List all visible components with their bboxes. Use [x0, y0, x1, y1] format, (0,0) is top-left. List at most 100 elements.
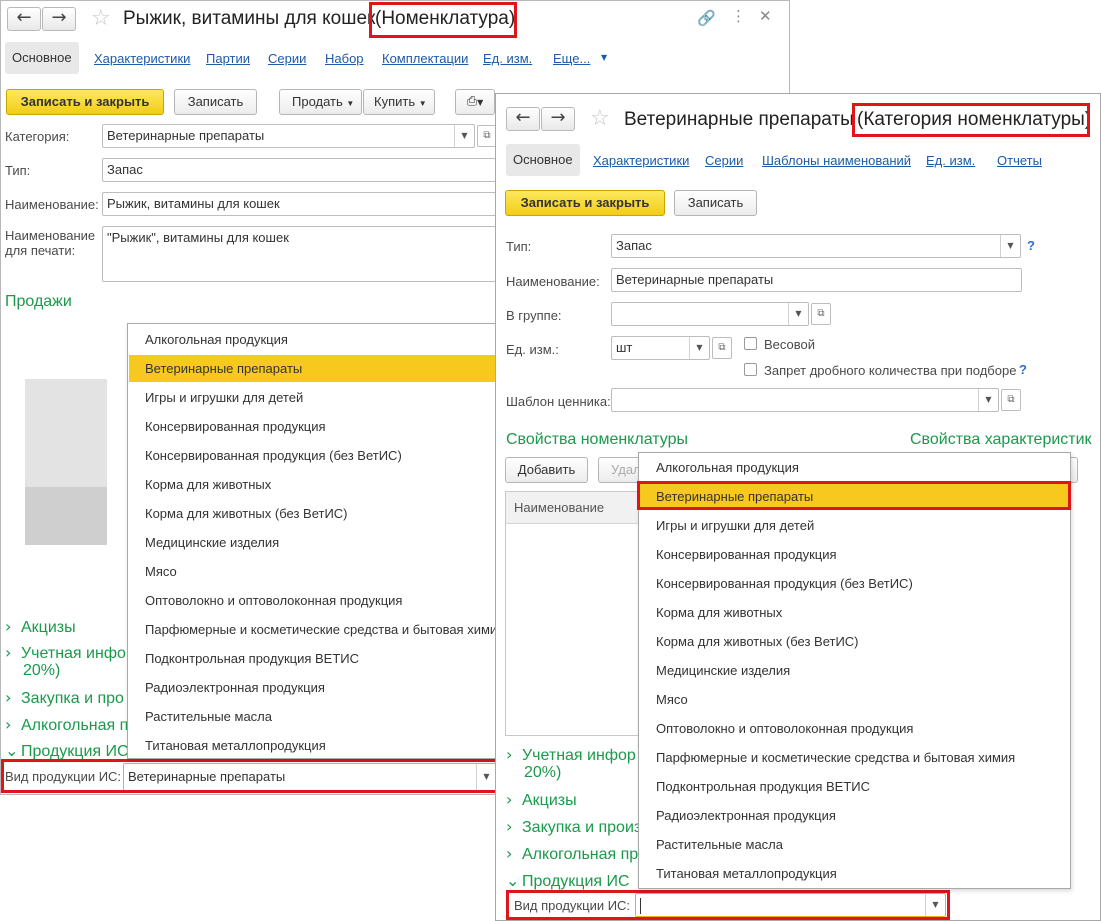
- open-icon[interactable]: ⧉: [712, 337, 732, 359]
- dropdown-item[interactable]: Медицинские изделия: [640, 657, 1069, 684]
- forward-button[interactable]: →: [42, 7, 76, 31]
- dropdown-item[interactable]: Подконтрольная продукция ВЕТИС: [640, 773, 1069, 800]
- dropdown-item[interactable]: Растительные масла: [640, 831, 1069, 858]
- open-icon[interactable]: ⧉: [477, 125, 497, 147]
- dropdown-item[interactable]: Титановая металлопродукция: [129, 732, 498, 759]
- dropdown-item[interactable]: Подконтрольная продукция ВЕТИС: [129, 645, 498, 672]
- purchase-section[interactable]: › Закупка и произ: [506, 818, 641, 837]
- dropdown-item[interactable]: Консервированная продукция: [129, 413, 498, 440]
- group-label: В группе:: [506, 308, 562, 323]
- tab-more[interactable]: Еще...: [553, 51, 590, 67]
- dropdown-item[interactable]: Алкогольная продукция: [129, 326, 498, 353]
- save-and-close-button[interactable]: Записать и закрыть: [505, 190, 665, 216]
- dropdown-item[interactable]: Оптоволокно и оптоволоконная продукция: [640, 715, 1069, 742]
- tab-main[interactable]: Основное: [5, 42, 79, 74]
- price-tag-field[interactable]: ▼: [611, 388, 999, 412]
- tab-batches[interactable]: Партии: [206, 51, 250, 67]
- dropdown-item[interactable]: Алкогольная продукция: [640, 454, 1069, 481]
- tab-series[interactable]: Серии: [268, 51, 306, 67]
- help-icon[interactable]: ?: [1019, 362, 1027, 377]
- dropdown-item[interactable]: Корма для животных: [640, 599, 1069, 626]
- print-button[interactable]: ⎙▼: [455, 89, 495, 115]
- chevron-down-icon[interactable]: ▼: [978, 389, 998, 411]
- chevron-down-icon[interactable]: ▼: [1000, 235, 1020, 257]
- tab-set[interactable]: Набор: [325, 51, 364, 67]
- dropdown-item[interactable]: Растительные масла: [129, 703, 498, 730]
- tab-units[interactable]: Ед. изм.: [926, 153, 975, 169]
- back-button[interactable]: ←: [506, 107, 540, 131]
- dropdown-item[interactable]: Корма для животных (без ВетИС): [640, 628, 1069, 655]
- props-characteristics-title: Свойства характеристик: [910, 431, 1092, 448]
- alcohol-section[interactable]: › Алкогольная пр: [506, 845, 638, 864]
- type-field[interactable]: Запас ▼: [611, 234, 1021, 258]
- open-icon[interactable]: ⧉: [1001, 389, 1021, 411]
- group-field[interactable]: ▼: [611, 302, 809, 326]
- buy-button[interactable]: Купить ▼: [363, 89, 435, 115]
- tab-name-templates[interactable]: Шаблоны наименований: [762, 153, 911, 169]
- dropdown-item[interactable]: Титановая металлопродукция: [640, 860, 1069, 887]
- chevron-down-icon[interactable]: ▼: [454, 125, 474, 147]
- dropdown-item[interactable]: Консервированная продукция (без ВетИС): [640, 570, 1069, 597]
- dropdown-item[interactable]: Корма для животных: [129, 471, 498, 498]
- dropdown-item[interactable]: Консервированная продукция (без ВетИС): [129, 442, 498, 469]
- sell-button[interactable]: Продать ▼: [279, 89, 362, 115]
- tab-characteristics[interactable]: Характеристики: [593, 153, 689, 169]
- highlight-box: [369, 2, 517, 38]
- tab-characteristics[interactable]: Характеристики: [94, 51, 190, 67]
- chevron-right-icon: ›: [506, 817, 513, 836]
- dropdown-item[interactable]: Игры и игрушки для детей: [640, 512, 1069, 539]
- dropdown-item[interactable]: Медицинские изделия: [129, 529, 498, 556]
- save-and-close-button[interactable]: Записать и закрыть: [6, 89, 164, 115]
- dropdown-item-selected[interactable]: Ветеринарные препараты: [129, 355, 498, 382]
- add-button[interactable]: Добавить: [505, 457, 588, 483]
- alcohol-section[interactable]: › Алкогольная п: [5, 716, 128, 735]
- dropdown-item[interactable]: Консервированная продукция: [640, 541, 1069, 568]
- dropdown-item[interactable]: Мясо: [129, 558, 498, 585]
- name-field[interactable]: Ветеринарные препараты: [611, 268, 1022, 292]
- accounting-section[interactable]: › Учетная инфор: [506, 746, 636, 765]
- close-icon[interactable]: ✕: [759, 7, 772, 25]
- chevron-right-icon: ›: [506, 790, 513, 809]
- favorite-star-icon[interactable]: ☆: [91, 8, 111, 30]
- dropdown-item[interactable]: Мясо: [640, 686, 1069, 713]
- excise-section[interactable]: › Акцизы: [506, 791, 577, 810]
- help-icon[interactable]: ?: [1027, 238, 1035, 253]
- image-placeholder-lower: [25, 487, 107, 545]
- dropdown-item[interactable]: Корма для животных (без ВетИС): [129, 500, 498, 527]
- dropdown-item[interactable]: Радиоэлектронная продукция: [640, 802, 1069, 829]
- forward-button[interactable]: →: [541, 107, 575, 131]
- fraction-checkbox[interactable]: [744, 363, 757, 376]
- print-name-field[interactable]: "Рыжик", витамины для кошек: [102, 226, 496, 282]
- dropdown-item[interactable]: Игры и игрушки для детей: [129, 384, 498, 411]
- unit-field[interactable]: шт ▼: [611, 336, 710, 360]
- dropdown-item[interactable]: Радиоэлектронная продукция: [129, 674, 498, 701]
- excise-section[interactable]: › Акцизы: [5, 618, 76, 637]
- chevron-down-icon[interactable]: ▼: [689, 337, 709, 359]
- type-field[interactable]: Запас: [102, 158, 496, 182]
- dropdown-item[interactable]: Парфюмерные и косметические средства и б…: [129, 616, 498, 643]
- tab-series[interactable]: Серии: [705, 153, 743, 169]
- tab-main[interactable]: Основное: [506, 144, 580, 176]
- chevron-down-icon[interactable]: ▼: [788, 303, 808, 325]
- tab-kits[interactable]: Комплектации: [382, 51, 468, 67]
- sales-section-title[interactable]: Продажи: [5, 293, 72, 311]
- dropdown-item[interactable]: Парфюмерные и косметические средства и б…: [640, 744, 1069, 771]
- printer-icon: ⎙: [466, 94, 478, 109]
- name-field[interactable]: Рыжик, витамины для кошек: [102, 192, 496, 216]
- favorite-star-icon[interactable]: ☆: [590, 108, 610, 130]
- save-button[interactable]: Записать: [174, 89, 257, 115]
- category-field[interactable]: Ветеринарные препараты ▼: [102, 124, 475, 148]
- tab-units[interactable]: Ед. изм.: [483, 51, 532, 67]
- is-products-section[interactable]: ⌄ Продукция ИС: [506, 872, 630, 891]
- price-tag-label: Шаблон ценника:: [506, 394, 611, 409]
- more-menu-icon[interactable]: ⋮: [731, 7, 746, 25]
- tab-reports[interactable]: Отчеты: [997, 153, 1042, 169]
- accounting-section[interactable]: › Учетная инфо: [5, 644, 126, 663]
- link-icon[interactable]: 🔗: [697, 9, 716, 27]
- open-icon[interactable]: ⧉: [811, 303, 831, 325]
- save-button[interactable]: Записать: [674, 190, 757, 216]
- back-button[interactable]: ←: [7, 7, 41, 31]
- purchase-section[interactable]: › Закупка и про: [5, 689, 124, 708]
- weight-checkbox[interactable]: [744, 337, 757, 350]
- dropdown-item[interactable]: Оптоволокно и оптоволоконная продукция: [129, 587, 498, 614]
